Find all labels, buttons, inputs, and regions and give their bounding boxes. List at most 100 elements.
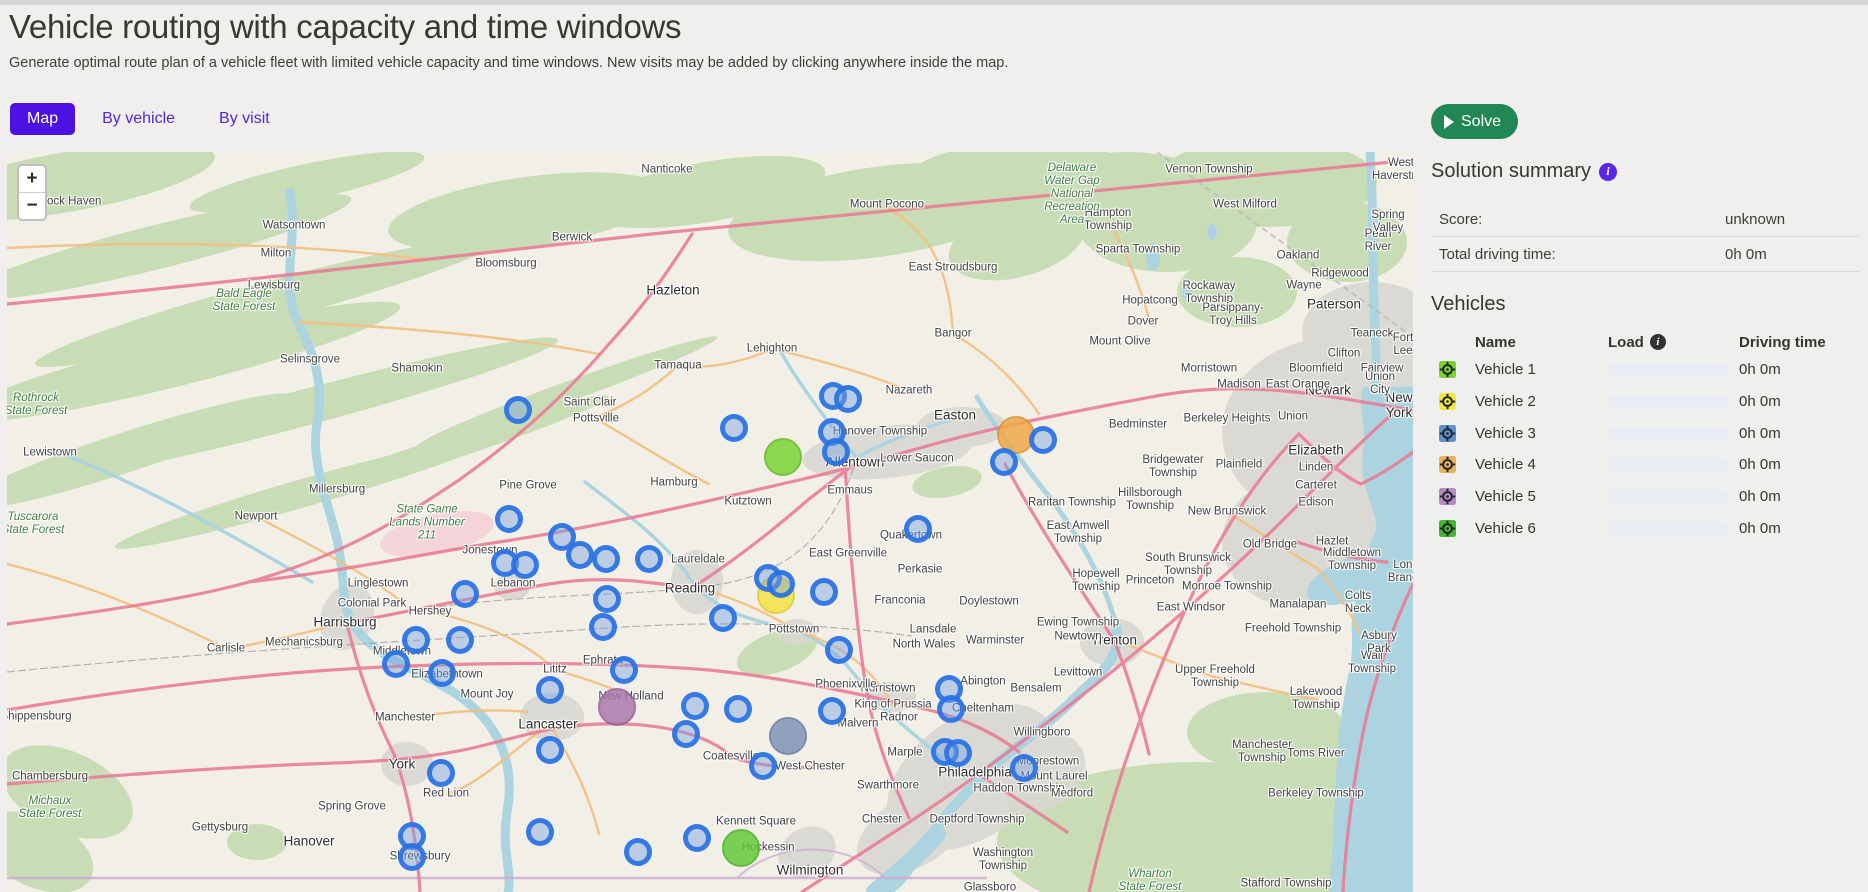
zoom-out-button[interactable]: − — [19, 193, 45, 219]
depot-marker-vehicle-3[interactable] — [769, 717, 807, 755]
vehicle-row-6: Vehicle 6 0h 0m — [1431, 512, 1860, 544]
total-driving-time-value: 0h 0m — [1725, 246, 1767, 263]
visit-marker[interactable] — [451, 580, 479, 608]
visit-marker[interactable] — [818, 697, 846, 725]
load-info-icon[interactable]: i — [1650, 334, 1666, 350]
visit-marker[interactable] — [937, 695, 965, 723]
vehicle-name: Vehicle 6 — [1475, 520, 1608, 537]
visit-marker[interactable] — [683, 824, 711, 852]
vehicle-load-cell — [1608, 362, 1739, 377]
visit-marker[interactable] — [672, 720, 700, 748]
depot-marker-vehicle-6[interactable] — [722, 829, 760, 867]
load-progress-bar — [1608, 394, 1729, 409]
visit-marker[interactable] — [635, 545, 663, 573]
load-header-label: Load — [1608, 334, 1644, 351]
vehicles-table: Name Load i Driving time Vehicle 10h 0mV… — [1431, 330, 1860, 544]
vehicle-driving-time: 0h 0m — [1739, 488, 1860, 505]
total-driving-time-row: Total driving time: 0h 0m — [1431, 237, 1860, 272]
name-column-header: Name — [1475, 334, 1608, 351]
visit-marker[interactable] — [495, 505, 523, 533]
visit-marker[interactable] — [536, 676, 564, 704]
score-label: Score: — [1431, 211, 1482, 228]
play-icon — [1444, 115, 1454, 129]
vehicle-driving-time: 0h 0m — [1739, 520, 1860, 537]
visit-marker[interactable] — [398, 843, 426, 871]
visit-marker[interactable] — [904, 515, 932, 543]
map-zoom-control: + − — [17, 164, 47, 221]
window-top-strip — [0, 0, 1868, 5]
map-canvas[interactable]: HarrisburgAllentownPhiladelphiaLancaster… — [7, 152, 1413, 892]
visit-marker[interactable] — [822, 438, 850, 466]
vehicle-driving-time: 0h 0m — [1739, 361, 1860, 378]
load-progress-bar — [1608, 362, 1729, 377]
score-row: Score: unknown — [1431, 202, 1860, 237]
vehicle-load-cell — [1608, 489, 1739, 504]
visit-marker[interactable] — [526, 818, 554, 846]
visit-marker[interactable] — [720, 414, 748, 442]
info-icon[interactable]: i — [1599, 163, 1617, 181]
vehicle-driving-time: 0h 0m — [1739, 456, 1860, 473]
visit-marker[interactable] — [944, 739, 972, 767]
tab-map[interactable]: Map — [10, 103, 75, 135]
vehicles-table-body: Vehicle 1 0h 0m Vehicle 2 0h 0m Vehicle 3 0h … — [1431, 354, 1860, 544]
vehicle-marker-icon — [1431, 456, 1475, 473]
visit-marker[interactable] — [446, 626, 474, 654]
load-progress-bar — [1608, 426, 1729, 441]
vehicle-load-cell — [1608, 457, 1739, 472]
vehicle-name: Vehicle 5 — [1475, 488, 1608, 505]
visit-marker[interactable] — [724, 695, 752, 723]
visit-marker[interactable] — [610, 656, 638, 684]
total-driving-time-label: Total driving time: — [1431, 246, 1556, 263]
vehicles-heading: Vehicles — [1431, 293, 1506, 316]
page-title: Vehicle routing with capacity and time w… — [9, 8, 681, 46]
visit-marker[interactable] — [767, 570, 795, 598]
visit-marker[interactable] — [589, 613, 617, 641]
vehicle-row-5: Vehicle 5 0h 0m — [1431, 481, 1860, 513]
vehicles-table-header: Name Load i Driving time — [1431, 330, 1860, 354]
vehicle-name: Vehicle 4 — [1475, 456, 1608, 473]
visit-marker[interactable] — [504, 396, 532, 424]
vehicle-load-cell — [1608, 394, 1739, 409]
visit-marker[interactable] — [511, 551, 539, 579]
visit-marker[interactable] — [624, 838, 652, 866]
solve-button-label: Solve — [1461, 113, 1501, 131]
vehicle-marker-icon — [1431, 393, 1475, 410]
solution-summary-title: Solution summary — [1431, 160, 1591, 183]
visit-marker[interactable] — [681, 692, 709, 720]
visit-marker[interactable] — [1010, 754, 1038, 782]
map-markers — [7, 152, 1413, 892]
visit-marker[interactable] — [428, 659, 456, 687]
tab-bar: Map By vehicle By visit — [10, 103, 287, 135]
vehicle-driving-time: 0h 0m — [1739, 425, 1860, 442]
page-subtitle: Generate optimal route plan of a vehicle… — [9, 55, 1008, 71]
visit-marker[interactable] — [566, 541, 594, 569]
driving-time-column-header: Driving time — [1739, 334, 1860, 351]
vehicle-name: Vehicle 2 — [1475, 393, 1608, 410]
zoom-in-button[interactable]: + — [19, 166, 45, 193]
load-progress-bar — [1608, 521, 1729, 536]
visit-marker[interactable] — [810, 578, 838, 606]
tab-by-vehicle[interactable]: By vehicle — [85, 103, 192, 135]
visit-marker[interactable] — [402, 626, 430, 654]
depot-marker-vehicle-1[interactable] — [764, 438, 802, 476]
visit-marker[interactable] — [536, 736, 564, 764]
visit-marker[interactable] — [427, 759, 455, 787]
solve-button[interactable]: Solve — [1431, 104, 1518, 139]
visit-marker[interactable] — [990, 448, 1018, 476]
visit-marker[interactable] — [709, 604, 737, 632]
vehicle-driving-time: 0h 0m — [1739, 393, 1860, 410]
load-progress-bar — [1608, 457, 1729, 472]
depot-marker-vehicle-5[interactable] — [598, 688, 636, 726]
visit-marker[interactable] — [593, 585, 621, 613]
visit-marker[interactable] — [382, 650, 410, 678]
vehicle-load-cell — [1608, 426, 1739, 441]
visit-marker[interactable] — [834, 385, 862, 413]
visit-marker[interactable] — [1029, 426, 1057, 454]
score-value: unknown — [1725, 211, 1785, 228]
visit-marker[interactable] — [592, 545, 620, 573]
visit-marker[interactable] — [825, 636, 853, 664]
vehicle-name: Vehicle 3 — [1475, 425, 1608, 442]
visit-marker[interactable] — [749, 752, 777, 780]
tab-by-visit[interactable]: By visit — [202, 103, 287, 135]
vehicle-name: Vehicle 1 — [1475, 361, 1608, 378]
